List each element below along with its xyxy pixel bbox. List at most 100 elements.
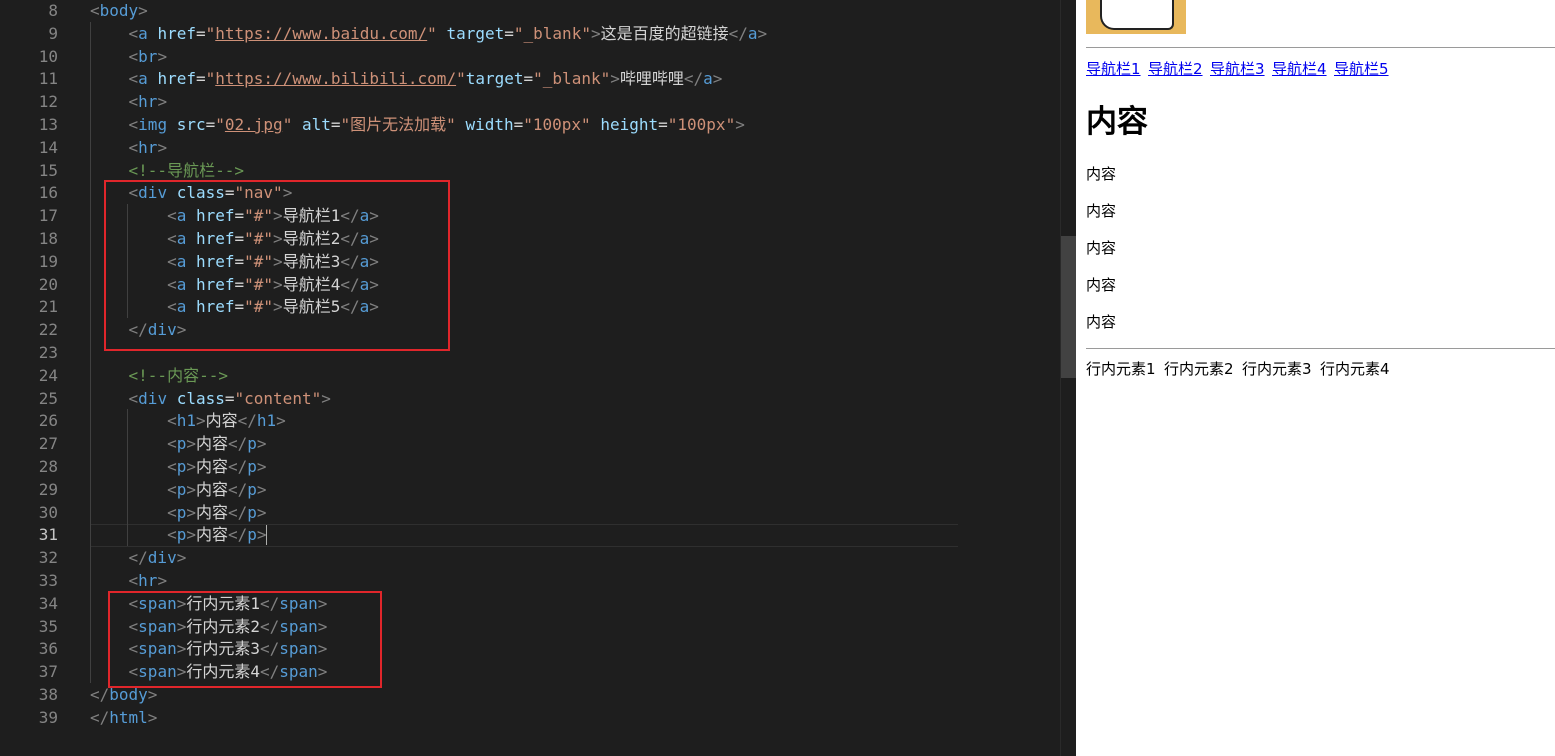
code-token: > [186, 525, 196, 545]
code-line[interactable]: <p>内容</p> [90, 479, 267, 502]
code-token: > [256, 479, 267, 499]
line-number: 37 [38, 662, 58, 682]
line-number: 38 [38, 685, 58, 704]
line-number: 10 [38, 46, 58, 66]
content-heading: 内容 [1086, 104, 1148, 140]
scrollbar-thumb[interactable] [1061, 236, 1076, 378]
code-line[interactable]: <div class="content"> [90, 388, 331, 411]
code-token: > [712, 69, 723, 89]
code-token: p [176, 502, 187, 522]
code-editor[interactable]: 8 9 10 11 12 13 14 15 16 17 18 19 20 21 22 23 24 25 26 27 28… [0, 0, 1076, 756]
code-line[interactable]: <!--导航栏--> [90, 160, 244, 183]
code-token: "100px" [523, 115, 591, 134]
code-token: < [90, 1, 100, 20]
nav-link-3[interactable]: 导航栏3 [1210, 59, 1265, 79]
code-token: = [504, 23, 514, 43]
line-number: 33 [38, 571, 58, 590]
code-token: hr [138, 137, 158, 157]
code-line[interactable]: <br> [90, 46, 168, 69]
preview-image [1086, 0, 1186, 34]
code-line[interactable]: <hr> [90, 137, 168, 160]
editor-scrollbar[interactable] [1060, 0, 1076, 756]
line-number: 23 [38, 343, 58, 362]
code-line[interactable]: <p>内容</p> [90, 502, 267, 525]
code-token: <!--内容--> [128, 365, 228, 385]
inline-span-4: 行内元素4 [1320, 360, 1390, 378]
line-number: 36 [38, 639, 58, 659]
line-number: 25 [38, 388, 58, 408]
code-token: " [282, 115, 293, 134]
code-token: target [465, 69, 524, 89]
code-token: </ [128, 548, 148, 568]
code-token: > [735, 115, 745, 134]
code-token: < [128, 388, 139, 408]
code-token: alt [301, 115, 331, 134]
code-token: 内容 [195, 479, 228, 499]
code-token: > [757, 23, 768, 43]
code-token: > [195, 411, 206, 431]
code-token: div [138, 388, 177, 408]
code-token: > [610, 69, 620, 89]
code-line[interactable]: <p>内容</p> [90, 524, 266, 547]
code-token: hr [138, 92, 158, 112]
code-line[interactable]: <p>内容</p> [90, 456, 266, 479]
code-token: = [195, 69, 206, 89]
code-token: < [167, 434, 177, 454]
nav-link-2[interactable]: 导航栏2 [1148, 59, 1203, 79]
line-number: 11 [38, 69, 58, 89]
code-line[interactable]: </html> [90, 707, 157, 730]
preview-hr [1086, 47, 1555, 48]
code-token: = [205, 115, 216, 134]
code-token: </ [728, 23, 748, 43]
content-paragraph: 内容 [1086, 239, 1117, 257]
nav-link-1[interactable]: 导航栏1 [1086, 59, 1141, 79]
code-line[interactable]: <p>内容</p> [90, 433, 266, 456]
code-token: > [157, 137, 168, 157]
code-token: width [465, 115, 514, 134]
line-number: 19 [38, 251, 58, 271]
code-token: a [747, 23, 758, 43]
code-line[interactable]: <hr> [90, 91, 168, 114]
code-token: </ [228, 479, 248, 499]
nav-link-5[interactable]: 导航栏5 [1334, 59, 1389, 79]
code-line[interactable]: <!--内容--> [90, 365, 228, 388]
code-token: p [176, 525, 187, 545]
code-token: < [128, 69, 139, 89]
nav-link-4[interactable]: 导航栏4 [1272, 59, 1327, 79]
code-token: </ [90, 685, 110, 704]
code-token: p [247, 502, 257, 522]
code-line[interactable]: </div> [90, 547, 187, 570]
code-token: </ [228, 502, 248, 522]
code-token: p [247, 457, 257, 476]
code-line[interactable]: <a href="https://www.baidu.com/" target=… [90, 23, 768, 46]
content-paragraph: 内容 [1086, 313, 1117, 331]
code-line[interactable]: <h1>内容</h1> [90, 410, 286, 433]
code-token: " [456, 69, 466, 89]
code-token: > [321, 388, 331, 408]
code-token: p [176, 479, 187, 499]
code-token: html [109, 707, 148, 727]
line-number: 30 [38, 502, 58, 522]
code-line[interactable]: <hr> [90, 570, 168, 593]
code-token: </ [228, 457, 248, 476]
code-token: = [224, 388, 235, 408]
code-token: img [138, 115, 177, 134]
code-token: h1 [176, 411, 196, 431]
line-number-gutter: 8 9 10 11 12 13 14 15 16 17 18 19 20 21 22 23 24 25 26 27 28… [0, 0, 60, 756]
code-token: 哔哩哔哩 [619, 69, 684, 89]
line-number: 39 [38, 707, 58, 727]
line-number: 27 [38, 434, 58, 454]
code-line[interactable]: <body> [90, 0, 148, 23]
code-token: > [256, 502, 267, 522]
code-token: </ [90, 707, 110, 727]
code-line[interactable]: <a href="https://www.bilibili.com/"targe… [90, 68, 723, 91]
line-number: 21 [38, 297, 58, 317]
code-line[interactable]: <img src="02.jpg" alt="图片无法加载" width="10… [90, 114, 745, 137]
